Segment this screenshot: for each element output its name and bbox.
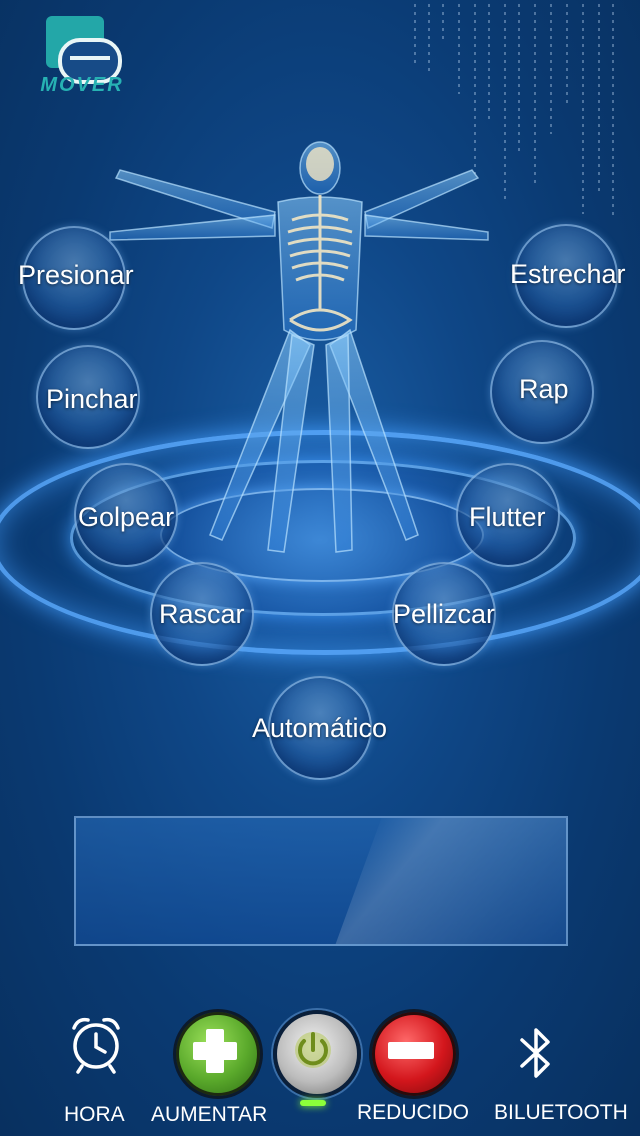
minus-icon <box>388 1042 434 1059</box>
reducido-button[interactable] <box>372 1012 456 1096</box>
mode-rascar-label: Rascar <box>159 599 245 629</box>
reducido-label: REDUCIDO <box>357 1101 470 1124</box>
bluetooth-icon[interactable] <box>512 1024 560 1082</box>
mode-flutter-label: Flutter <box>469 502 546 532</box>
mode-rap-label: Rap <box>519 374 569 404</box>
aumentar-button[interactable] <box>176 1012 260 1096</box>
aumentar-label: AUMENTAR <box>151 1103 268 1126</box>
mode-automatico-label: Automático <box>252 713 388 743</box>
status-display-panel <box>74 816 568 946</box>
bluetooth-label: BILUETOOTH <box>494 1101 628 1124</box>
plus-icon <box>193 1029 237 1073</box>
alarm-clock-icon[interactable] <box>68 1014 124 1074</box>
panel-shine <box>326 818 566 944</box>
mode-estrechar-label: Estrechar <box>510 259 626 289</box>
mode-pellizcar-label: Pellizcar <box>393 599 496 629</box>
power-indicator-led <box>300 1100 326 1106</box>
mode-golpear-label: Golpear <box>78 502 175 532</box>
app-screen: MOVER Presionar Estrechar Pinchar Rap Go… <box>0 0 640 1136</box>
logo-text: MOVER <box>40 74 124 96</box>
power-icon <box>295 1032 331 1068</box>
mode-presionar-label: Presionar <box>18 260 134 290</box>
mode-pinchar-label: Pinchar <box>46 384 138 414</box>
hora-label: HORA <box>64 1103 125 1126</box>
brand-logo: MOVER <box>22 14 142 98</box>
power-button[interactable] <box>273 1010 361 1098</box>
